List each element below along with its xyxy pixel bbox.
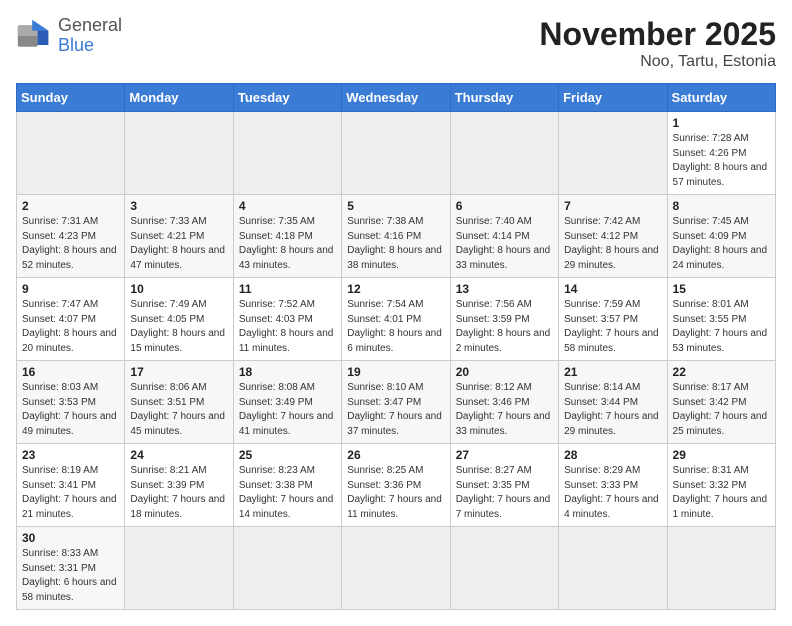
day-8: 8 Sunrise: 7:45 AMSunset: 4:09 PMDayligh… (667, 195, 775, 278)
logo: GeneralBlue (16, 16, 122, 56)
day-17: 17 Sunrise: 8:06 AMSunset: 3:51 PMDaylig… (125, 361, 233, 444)
day-28: 28 Sunrise: 8:29 AMSunset: 3:33 PMDaylig… (559, 444, 667, 527)
calendar-row-4: 16 Sunrise: 8:03 AMSunset: 3:53 PMDaylig… (17, 361, 776, 444)
header-friday: Friday (559, 84, 667, 112)
empty-cell (342, 112, 450, 195)
calendar-row-6: 30 Sunrise: 8:33 AMSunset: 3:31 PMDaylig… (17, 527, 776, 610)
day-25: 25 Sunrise: 8:23 AMSunset: 3:38 PMDaylig… (233, 444, 341, 527)
logo-icon (16, 18, 52, 54)
day-9: 9 Sunrise: 7:47 AMSunset: 4:07 PMDayligh… (17, 278, 125, 361)
page-header: GeneralBlue November 2025 Noo, Tartu, Es… (16, 16, 776, 71)
calendar-row-5: 23 Sunrise: 8:19 AMSunset: 3:41 PMDaylig… (17, 444, 776, 527)
empty-cell (450, 527, 558, 610)
day-11: 11 Sunrise: 7:52 AMSunset: 4:03 PMDaylig… (233, 278, 341, 361)
empty-cell (559, 527, 667, 610)
day-20: 20 Sunrise: 8:12 AMSunset: 3:46 PMDaylig… (450, 361, 558, 444)
day-27: 27 Sunrise: 8:27 AMSunset: 3:35 PMDaylig… (450, 444, 558, 527)
header-monday: Monday (125, 84, 233, 112)
day-29: 29 Sunrise: 8:31 AMSunset: 3:32 PMDaylig… (667, 444, 775, 527)
day-5: 5 Sunrise: 7:38 AMSunset: 4:16 PMDayligh… (342, 195, 450, 278)
day-21: 21 Sunrise: 8:14 AMSunset: 3:44 PMDaylig… (559, 361, 667, 444)
calendar-row-2: 2 Sunrise: 7:31 AMSunset: 4:23 PMDayligh… (17, 195, 776, 278)
day-2: 2 Sunrise: 7:31 AMSunset: 4:23 PMDayligh… (17, 195, 125, 278)
day-14: 14 Sunrise: 7:59 AMSunset: 3:57 PMDaylig… (559, 278, 667, 361)
header-sunday: Sunday (17, 84, 125, 112)
empty-cell (450, 112, 558, 195)
page-title: November 2025 (539, 16, 776, 53)
day-15: 15 Sunrise: 8:01 AMSunset: 3:55 PMDaylig… (667, 278, 775, 361)
day-12: 12 Sunrise: 7:54 AMSunset: 4:01 PMDaylig… (342, 278, 450, 361)
day-1: 1 Sunrise: 7:28 AMSunset: 4:26 PMDayligh… (667, 112, 775, 195)
day-23: 23 Sunrise: 8:19 AMSunset: 3:41 PMDaylig… (17, 444, 125, 527)
day-19: 19 Sunrise: 8:10 AMSunset: 3:47 PMDaylig… (342, 361, 450, 444)
day-7: 7 Sunrise: 7:42 AMSunset: 4:12 PMDayligh… (559, 195, 667, 278)
empty-cell (233, 527, 341, 610)
day-4: 4 Sunrise: 7:35 AMSunset: 4:18 PMDayligh… (233, 195, 341, 278)
logo-text: GeneralBlue (58, 16, 122, 56)
day-3: 3 Sunrise: 7:33 AMSunset: 4:21 PMDayligh… (125, 195, 233, 278)
weekday-header-row: Sunday Monday Tuesday Wednesday Thursday… (17, 84, 776, 112)
day-18: 18 Sunrise: 8:08 AMSunset: 3:49 PMDaylig… (233, 361, 341, 444)
empty-cell (559, 112, 667, 195)
day-10: 10 Sunrise: 7:49 AMSunset: 4:05 PMDaylig… (125, 278, 233, 361)
header-wednesday: Wednesday (342, 84, 450, 112)
day-16: 16 Sunrise: 8:03 AMSunset: 3:53 PMDaylig… (17, 361, 125, 444)
header-thursday: Thursday (450, 84, 558, 112)
day-26: 26 Sunrise: 8:25 AMSunset: 3:36 PMDaylig… (342, 444, 450, 527)
empty-cell (667, 527, 775, 610)
empty-cell (125, 112, 233, 195)
empty-cell (17, 112, 125, 195)
empty-cell (233, 112, 341, 195)
empty-cell (125, 527, 233, 610)
day-6: 6 Sunrise: 7:40 AMSunset: 4:14 PMDayligh… (450, 195, 558, 278)
day-13: 13 Sunrise: 7:56 AMSunset: 3:59 PMDaylig… (450, 278, 558, 361)
day-30: 30 Sunrise: 8:33 AMSunset: 3:31 PMDaylig… (17, 527, 125, 610)
calendar-row-3: 9 Sunrise: 7:47 AMSunset: 4:07 PMDayligh… (17, 278, 776, 361)
header-tuesday: Tuesday (233, 84, 341, 112)
day-22: 22 Sunrise: 8:17 AMSunset: 3:42 PMDaylig… (667, 361, 775, 444)
page-subtitle: Noo, Tartu, Estonia (539, 53, 776, 71)
calendar-table: Sunday Monday Tuesday Wednesday Thursday… (16, 83, 776, 610)
header-saturday: Saturday (667, 84, 775, 112)
calendar-row-1: 1 Sunrise: 7:28 AMSunset: 4:26 PMDayligh… (17, 112, 776, 195)
empty-cell (342, 527, 450, 610)
day-24: 24 Sunrise: 8:21 AMSunset: 3:39 PMDaylig… (125, 444, 233, 527)
title-block: November 2025 Noo, Tartu, Estonia (539, 16, 776, 71)
